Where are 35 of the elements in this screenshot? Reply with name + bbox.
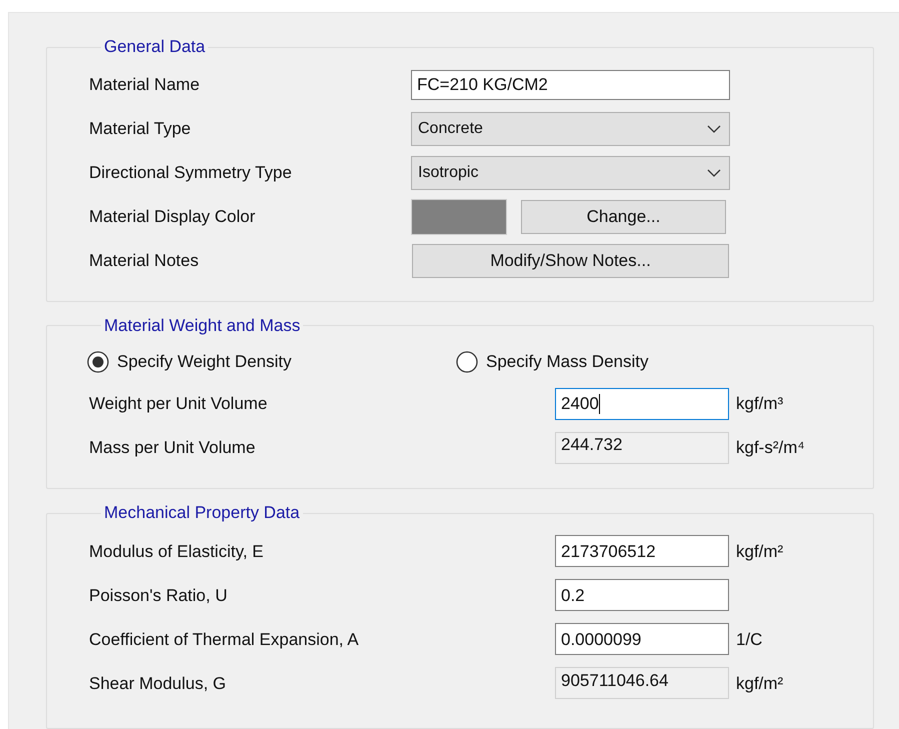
radio-option[interactable]: Specify Weight Density	[87, 349, 456, 375]
unit-label: kgf/m²	[736, 672, 784, 695]
field-label: Shear Modulus, G	[89, 672, 228, 695]
modify-notes-button[interactable]: Modify/Show Notes...	[412, 244, 729, 278]
field-label: Material Type	[89, 118, 192, 140]
group-title: Material Weight and Mass	[103, 316, 302, 336]
dropdown[interactable]: Concrete	[411, 112, 730, 146]
dropdown[interactable]: Isotropic	[411, 156, 730, 190]
unit-label: kgf/m²	[736, 540, 784, 563]
change-button[interactable]: Change...	[521, 200, 726, 234]
text-field[interactable]: FC=210 KG/CM2	[411, 70, 730, 100]
field-label: Coefficient of Thermal Expansion, A	[89, 628, 360, 651]
field-label: Modulus of Elasticity, E	[89, 540, 264, 563]
text-field[interactable]: 244.732	[555, 432, 729, 464]
chevron-down-icon	[707, 169, 721, 177]
field-label: Mass per Unit Volume	[89, 437, 256, 460]
field-label: Material Notes	[89, 250, 200, 272]
text-field[interactable]: 2400	[555, 388, 729, 420]
field-label: Poisson's Ratio, U	[89, 584, 228, 607]
field-label: Directional Symmetry Type	[89, 162, 293, 184]
field-label: Material Display Color	[89, 206, 256, 228]
text-field[interactable]: 2173706512	[555, 535, 729, 568]
group-title: General Data	[103, 37, 206, 57]
field-label: Weight per Unit Volume	[89, 393, 268, 416]
text-field[interactable]: 0.2	[555, 579, 729, 612]
text-field[interactable]: 905711046.64	[555, 667, 729, 700]
unit-label: kgf-s²/m⁴	[736, 437, 805, 460]
chevron-down-icon	[707, 125, 721, 133]
radio-option[interactable]: Specify Mass Density	[456, 349, 648, 375]
text-field[interactable]: 0.0000099	[555, 623, 729, 656]
color-swatch[interactable]	[411, 199, 507, 235]
unit-label: kgf/m³	[736, 393, 784, 416]
unit-label: 1/C	[736, 628, 762, 651]
group-title: Mechanical Property Data	[103, 503, 301, 524]
field-label: Material Name	[89, 74, 201, 96]
